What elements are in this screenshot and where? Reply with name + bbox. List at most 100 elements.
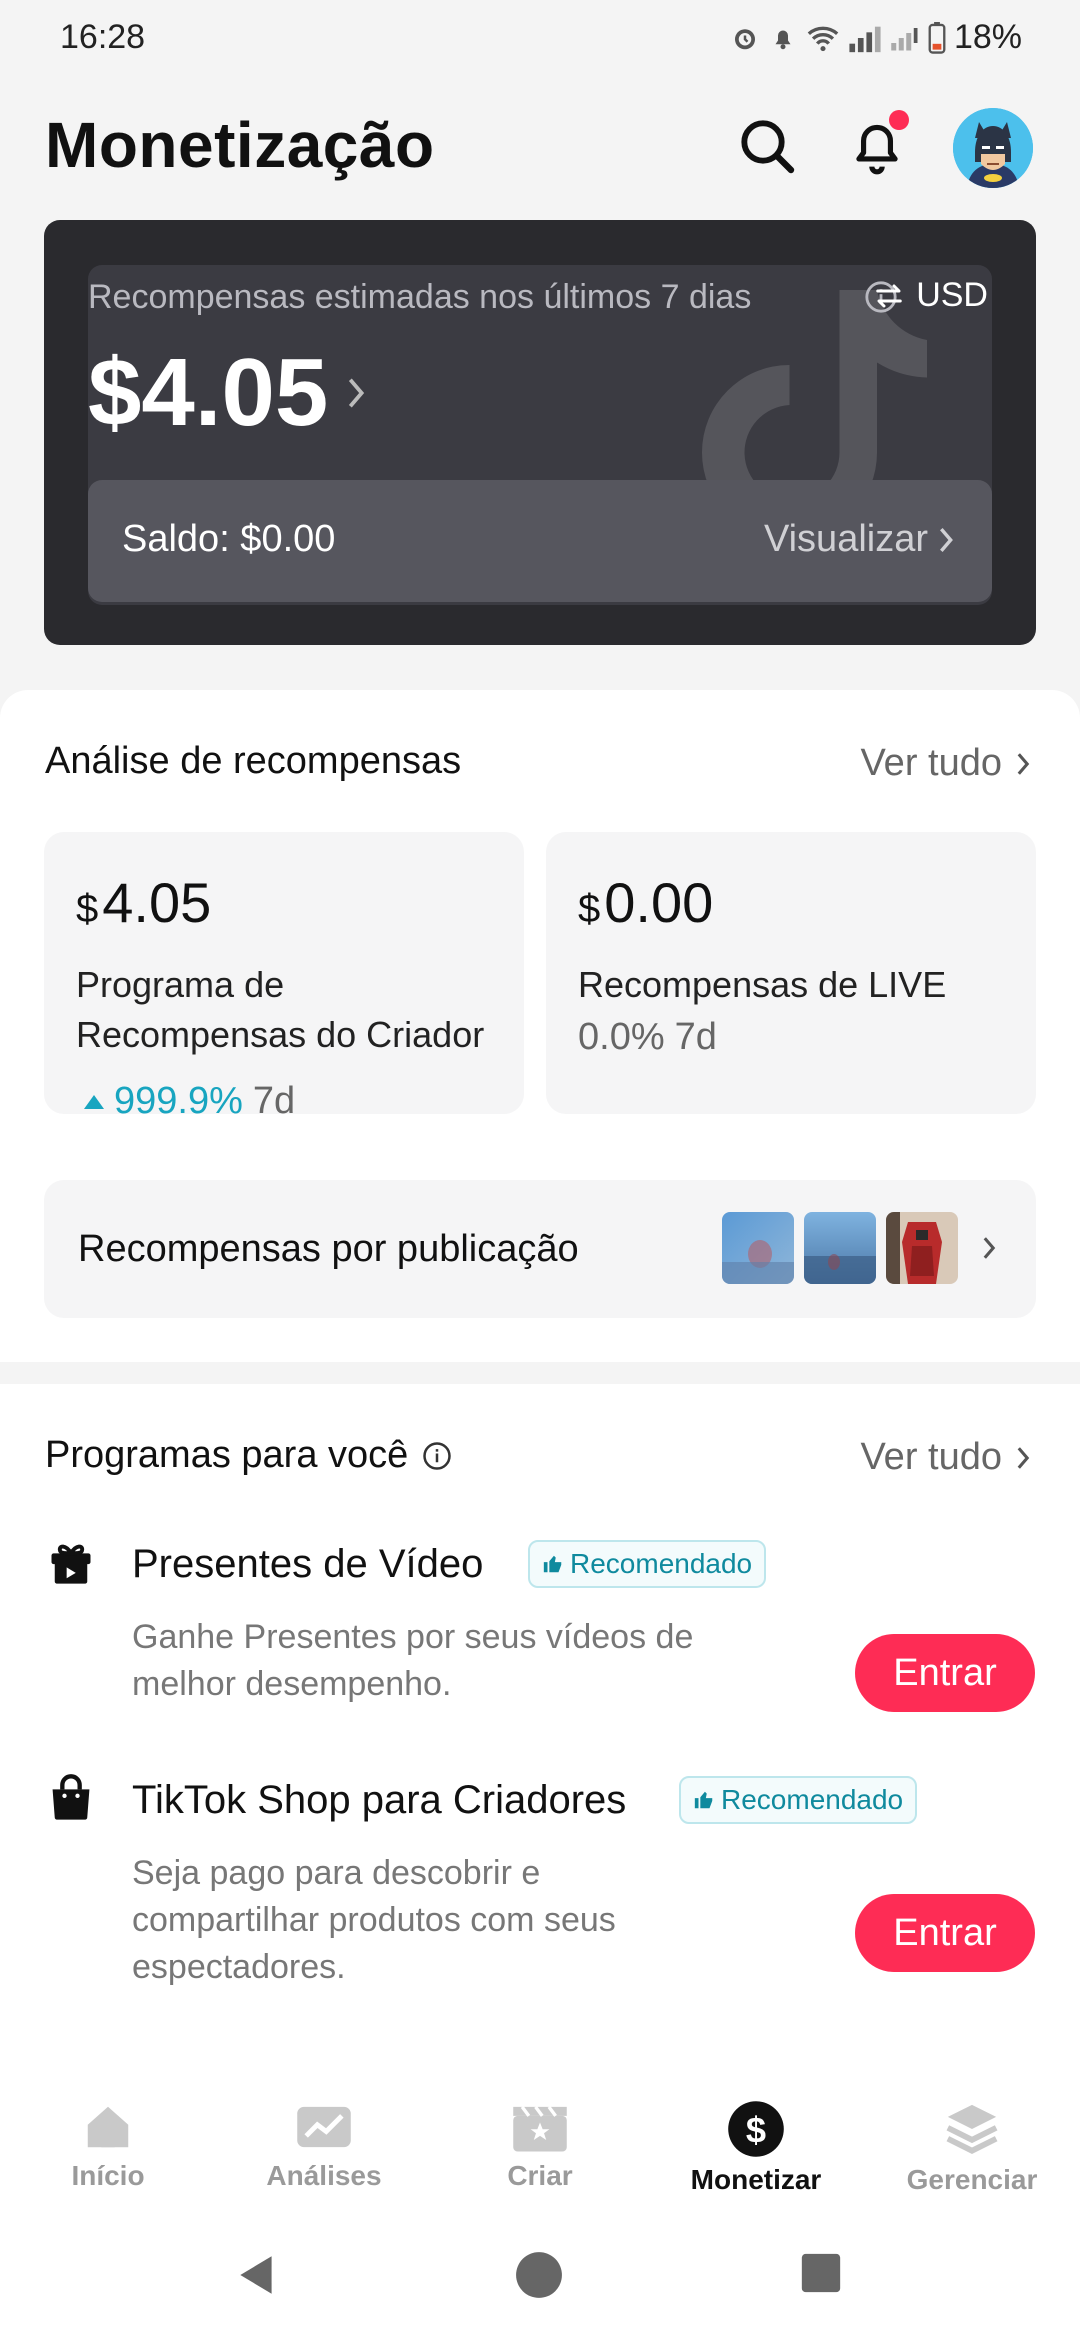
svg-text:$: $ bbox=[746, 2109, 766, 2150]
earnings-label: Recompensas estimadas nos últimos 7 dias bbox=[88, 278, 752, 316]
name-line-2: Recompensas do Criador bbox=[76, 1014, 485, 1055]
nav-item-create[interactable]: Criar bbox=[450, 2100, 630, 2192]
status-icons: 18% bbox=[730, 18, 1022, 57]
programs-title: Programas para você bbox=[45, 1434, 452, 1477]
bottom-nav: Início Análises Criar $ Monetizar Gerenc… bbox=[0, 2084, 1080, 2214]
chevron-right-icon bbox=[940, 527, 953, 552]
chevron-right-icon bbox=[1017, 1446, 1030, 1469]
notification-dot bbox=[889, 110, 909, 130]
nav-item-manage[interactable]: Gerenciar bbox=[882, 2100, 1062, 2196]
creator-rewards-card[interactable]: $4.05 Programa de Recompensas do Criador… bbox=[44, 832, 524, 1122]
see-all-label: Ver tudo bbox=[860, 742, 1002, 784]
analysis-see-all[interactable]: Ver tudo bbox=[860, 742, 1030, 785]
program-title: TikTok Shop para Criadores bbox=[132, 1778, 627, 1822]
desc-line-3: espectadores. bbox=[132, 1948, 346, 1986]
analytics-icon bbox=[297, 2106, 351, 2148]
balance-bar[interactable]: Saldo: $0.00 Visualizar bbox=[88, 480, 992, 602]
post-thumbnail bbox=[722, 1212, 794, 1284]
nav-label: Gerenciar bbox=[906, 2164, 1038, 2195]
search-button[interactable] bbox=[731, 110, 803, 182]
program-description: Ganhe Presentes por seus vídeos de melho… bbox=[132, 1614, 693, 1708]
post-thumbnail bbox=[886, 1212, 958, 1284]
signal-icon bbox=[849, 26, 881, 52]
signal-2-icon bbox=[891, 27, 918, 50]
enter-button[interactable]: Entrar bbox=[855, 1634, 1035, 1712]
nav-item-home[interactable]: Início bbox=[18, 2100, 198, 2192]
status-bar: 16:28 18% bbox=[0, 0, 1080, 80]
enter-button[interactable]: Entrar bbox=[855, 1894, 1035, 1972]
battery-level: 18% bbox=[953, 18, 1022, 56]
chevron-right-icon bbox=[349, 378, 365, 408]
avatar[interactable] bbox=[953, 108, 1033, 188]
swap-icon bbox=[876, 284, 902, 307]
thumbs-up-icon bbox=[543, 1555, 562, 1573]
growth-period: 7d bbox=[674, 1016, 717, 1058]
home-icon bbox=[87, 2106, 129, 2148]
layers-icon bbox=[946, 2104, 998, 2154]
back-icon[interactable] bbox=[232, 2250, 282, 2300]
currency-switch[interactable]: USD bbox=[874, 276, 988, 315]
analysis-title-text: Análise de recompensas bbox=[45, 740, 462, 782]
nav-label: Análises bbox=[266, 2160, 382, 2191]
growth-period: 7d bbox=[252, 1080, 296, 1122]
name-line-1: Programa de bbox=[76, 964, 285, 1005]
growth-value: 0.0% bbox=[578, 1016, 665, 1058]
post-thumbnails bbox=[722, 1212, 996, 1284]
see-all-label: Ver tudo bbox=[860, 1436, 1002, 1478]
live-rewards-value: $0.00 bbox=[578, 870, 713, 935]
desc-line-1: Ganhe Presentes por seus vídeos de bbox=[132, 1618, 694, 1656]
page-title: Monetização bbox=[45, 109, 435, 181]
chevron-right-icon bbox=[1017, 752, 1030, 775]
home-circle-icon[interactable] bbox=[514, 2250, 564, 2300]
programs-section: Programas para você Ver tudo Presentes d… bbox=[0, 1384, 1080, 2084]
currency-label: USD bbox=[916, 276, 988, 314]
per-post-label: Recompensas por publicação bbox=[78, 1228, 579, 1270]
badge-label: Recomendado bbox=[570, 1548, 753, 1579]
notification-muted-icon bbox=[775, 30, 791, 49]
search-icon bbox=[741, 120, 795, 174]
earnings-amount[interactable]: $4.05 bbox=[88, 338, 366, 448]
nav-label: Criar bbox=[507, 2160, 573, 2191]
alarm-icon bbox=[734, 28, 755, 49]
recommended-badge: Recomendado bbox=[679, 1776, 918, 1824]
earnings-card[interactable]: Recompensas estimadas nos últimos 7 dias… bbox=[44, 220, 1036, 645]
battery-icon bbox=[928, 21, 946, 54]
chevron-right-icon bbox=[983, 1237, 996, 1259]
growth-value: 999.9% bbox=[114, 1080, 243, 1122]
desc-line-2: melhor desempenho. bbox=[132, 1665, 452, 1703]
nav-item-monetize[interactable]: $ Monetizar bbox=[666, 2100, 846, 2196]
post-thumbnail bbox=[804, 1212, 876, 1284]
dollar-icon: $ bbox=[728, 2101, 784, 2157]
thumbs-up-icon bbox=[694, 1791, 713, 1809]
live-rewards-card[interactable]: $0.00 Recompensas de LIVE 0.0% 7d bbox=[546, 832, 1036, 1114]
create-icon bbox=[513, 2105, 567, 2152]
view-label: Visualizar bbox=[763, 518, 928, 560]
live-rewards-name: Recompensas de LIVE bbox=[578, 960, 946, 1010]
nav-label: Monetizar bbox=[690, 2164, 822, 2195]
rewards-analysis-section: Análise de recompensas Ver tudo $4.05 Pr… bbox=[0, 690, 1080, 1362]
nav-item-analytics[interactable]: Análises bbox=[234, 2100, 414, 2192]
avatar-image bbox=[953, 108, 1033, 188]
earnings-amount-value: $4.05 bbox=[88, 339, 329, 446]
recents-icon[interactable] bbox=[798, 2250, 844, 2296]
value-text: 4.05 bbox=[102, 871, 212, 934]
programs-see-all[interactable]: Ver tudo bbox=[860, 1436, 1030, 1479]
notifications-button[interactable] bbox=[841, 110, 913, 182]
system-nav bbox=[0, 2214, 1080, 2340]
currency-symbol: $ bbox=[76, 887, 99, 931]
name-line-1: Recompensas de LIVE bbox=[578, 964, 947, 1005]
currency-symbol: $ bbox=[578, 887, 601, 931]
view-balance-link[interactable]: Visualizar bbox=[764, 518, 954, 561]
nav-label: Início bbox=[71, 2160, 145, 2191]
program-title: Presentes de Vídeo bbox=[132, 1542, 484, 1586]
value-text: 0.00 bbox=[604, 871, 714, 934]
programs-title-text: Programas para você bbox=[45, 1434, 409, 1476]
shopping-bag-icon bbox=[52, 1774, 90, 1820]
rewards-per-post[interactable]: Recompensas por publicação bbox=[44, 1180, 1036, 1318]
info-icon[interactable] bbox=[422, 1441, 452, 1471]
triangle-up-icon bbox=[84, 1094, 104, 1109]
desc-line-1: Seja pago para descobrir e bbox=[132, 1854, 541, 1892]
status-time: 16:28 bbox=[60, 18, 146, 56]
creator-rewards-value: $4.05 bbox=[76, 870, 211, 935]
creator-rewards-growth: 999.9% 7d bbox=[84, 1080, 295, 1123]
